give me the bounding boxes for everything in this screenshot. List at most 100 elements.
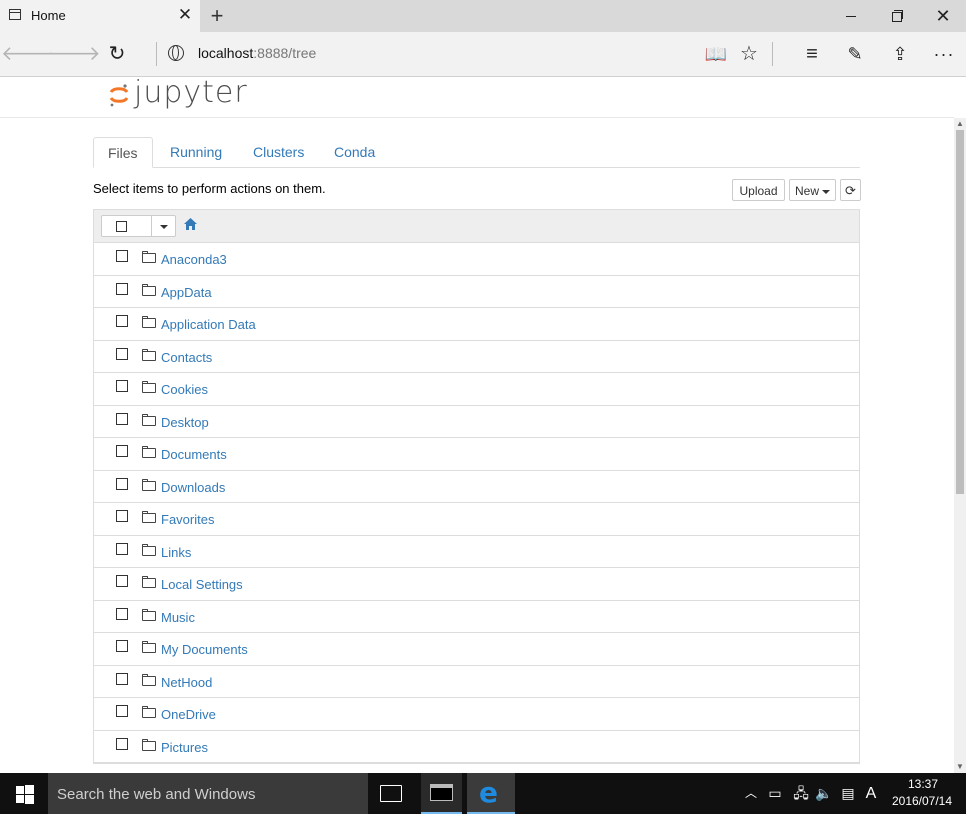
item-checkbox[interactable] [116,445,128,457]
hub-icon[interactable]: ≡ [790,32,834,76]
show-hidden-icons-icon[interactable]: ︿ [742,773,760,814]
battery-icon[interactable]: ▭ [766,773,784,814]
jupyter-logo-text[interactable]: jupyter [134,77,248,110]
divider [151,216,152,236]
item-name-link[interactable]: Documents [161,447,227,462]
item-checkbox[interactable] [116,315,128,327]
volume-icon[interactable]: 🔈 [815,773,833,814]
refresh-icon[interactable]: ↻ [95,32,139,76]
file-list-item[interactable]: Cookies [94,373,859,406]
caret-down-icon [822,189,830,194]
clock-date[interactable]: 2016/07/14 [887,794,957,808]
item-checkbox[interactable] [116,542,128,555]
upload-button[interactable]: Upload [732,179,785,201]
taskbar-app-command-prompt[interactable] [421,773,462,814]
item-name-link[interactable]: Desktop [161,415,209,430]
tab-files[interactable]: Files [93,137,153,168]
folder-icon [142,283,156,296]
taskbar-search-box[interactable]: Search the web and Windows [48,773,368,814]
clock-time[interactable]: 13:37 [893,777,953,791]
file-list-item[interactable]: Links [94,536,859,568]
item-checkbox[interactable] [116,607,128,620]
item-checkbox[interactable] [116,380,128,392]
file-list-item[interactable]: OneDrive [94,698,859,731]
home-icon[interactable] [184,218,197,230]
item-name-link[interactable]: AppData [161,285,212,300]
item-checkbox[interactable] [116,672,128,685]
item-name-link[interactable]: Application Data [161,317,256,332]
item-name-link[interactable]: Favorites [161,512,214,527]
close-tab-icon[interactable]: ✕ [176,6,194,24]
item-name-link[interactable]: OneDrive [161,707,216,722]
file-list-item[interactable]: Contacts [94,341,859,373]
file-list-item[interactable]: Pictures [94,731,859,763]
task-view-icon[interactable] [380,782,402,802]
item-checkbox[interactable] [116,282,128,295]
jupyter-logo-icon[interactable] [109,83,129,107]
file-list-item[interactable]: Desktop [94,406,859,438]
item-name-link[interactable]: Music [161,610,195,625]
tab-clusters[interactable]: Clusters [239,137,318,167]
item-name-link[interactable]: Pictures [161,740,208,755]
new-tab-icon[interactable]: + [206,3,228,29]
item-name-link[interactable]: Links [161,545,191,560]
new-button[interactable]: New [789,179,836,201]
folder-icon [142,446,156,458]
item-name-link[interactable]: Local Settings [161,577,243,592]
forward-arrow-icon[interactable]: 🡒 [47,32,101,76]
action-center-icon[interactable]: ▤ [838,773,858,814]
taskbar-app-edge[interactable]: e [467,773,515,814]
file-list-item[interactable]: Application Data [94,308,859,341]
file-list-item[interactable]: Documents [94,438,859,471]
file-list-item[interactable]: Favorites [94,503,859,536]
item-name-link[interactable]: Anaconda3 [161,252,227,267]
back-arrow-icon[interactable]: 🡐 [1,32,55,76]
favorite-star-icon[interactable]: ☆ [727,32,771,76]
browser-tab[interactable]: Home ✕ [0,0,200,32]
share-icon[interactable]: ⇪ [878,32,922,76]
scroll-up-arrow-icon[interactable]: ▲ [954,118,966,130]
item-name-link[interactable]: My Documents [161,642,248,657]
select-all-checkbox[interactable] [116,221,127,232]
file-list-item[interactable]: AppData [94,276,859,308]
select-all-dropdown[interactable] [101,215,176,237]
file-list-item[interactable]: Downloads [94,471,859,503]
refresh-list-button[interactable]: ⟳ [840,179,861,201]
item-checkbox[interactable] [116,510,128,522]
divider [156,42,157,66]
network-icon[interactable]: 🖧 [790,773,812,814]
item-checkbox[interactable] [116,347,128,360]
item-name-link[interactable]: Downloads [161,480,225,495]
file-list-item[interactable]: My Documents [94,633,859,666]
page-scrollbar[interactable]: ▲ ▼ [954,118,966,773]
item-name-link[interactable]: Contacts [161,350,212,365]
item-checkbox[interactable] [116,250,128,262]
item-name-link[interactable]: Cookies [161,382,208,397]
web-note-icon[interactable]: ✎ [833,32,877,76]
tab-conda[interactable]: Conda [320,137,389,167]
refresh-icon: ⟳ [845,183,856,198]
file-list-item[interactable]: NetHood [94,666,859,698]
scroll-down-arrow-icon[interactable]: ▼ [954,761,966,773]
minimize-icon[interactable] [828,0,874,32]
window-close-icon[interactable]: ✕ [920,0,966,32]
scroll-thumb[interactable] [956,130,964,494]
item-checkbox[interactable] [116,737,128,750]
file-list-item[interactable]: Music [94,601,859,633]
item-checkbox[interactable] [116,705,128,717]
caret-down-icon[interactable] [160,225,168,229]
item-checkbox[interactable] [116,575,128,587]
tab-running[interactable]: Running [156,137,236,167]
item-checkbox[interactable] [116,412,128,425]
input-language-indicator[interactable]: A [862,773,880,814]
windows-start-icon[interactable] [0,773,48,814]
item-checkbox[interactable] [116,640,128,652]
file-list-item[interactable]: Anaconda3 [94,243,859,276]
more-icon[interactable]: ··· [922,32,966,76]
file-list-item[interactable]: Local Settings [94,568,859,601]
item-checkbox[interactable] [116,477,128,490]
jupyter-header: jupyter [0,77,954,118]
restore-icon[interactable] [874,0,920,32]
item-name-link[interactable]: NetHood [161,675,212,690]
address-bar[interactable]: localhost:8888/tree [198,45,316,61]
